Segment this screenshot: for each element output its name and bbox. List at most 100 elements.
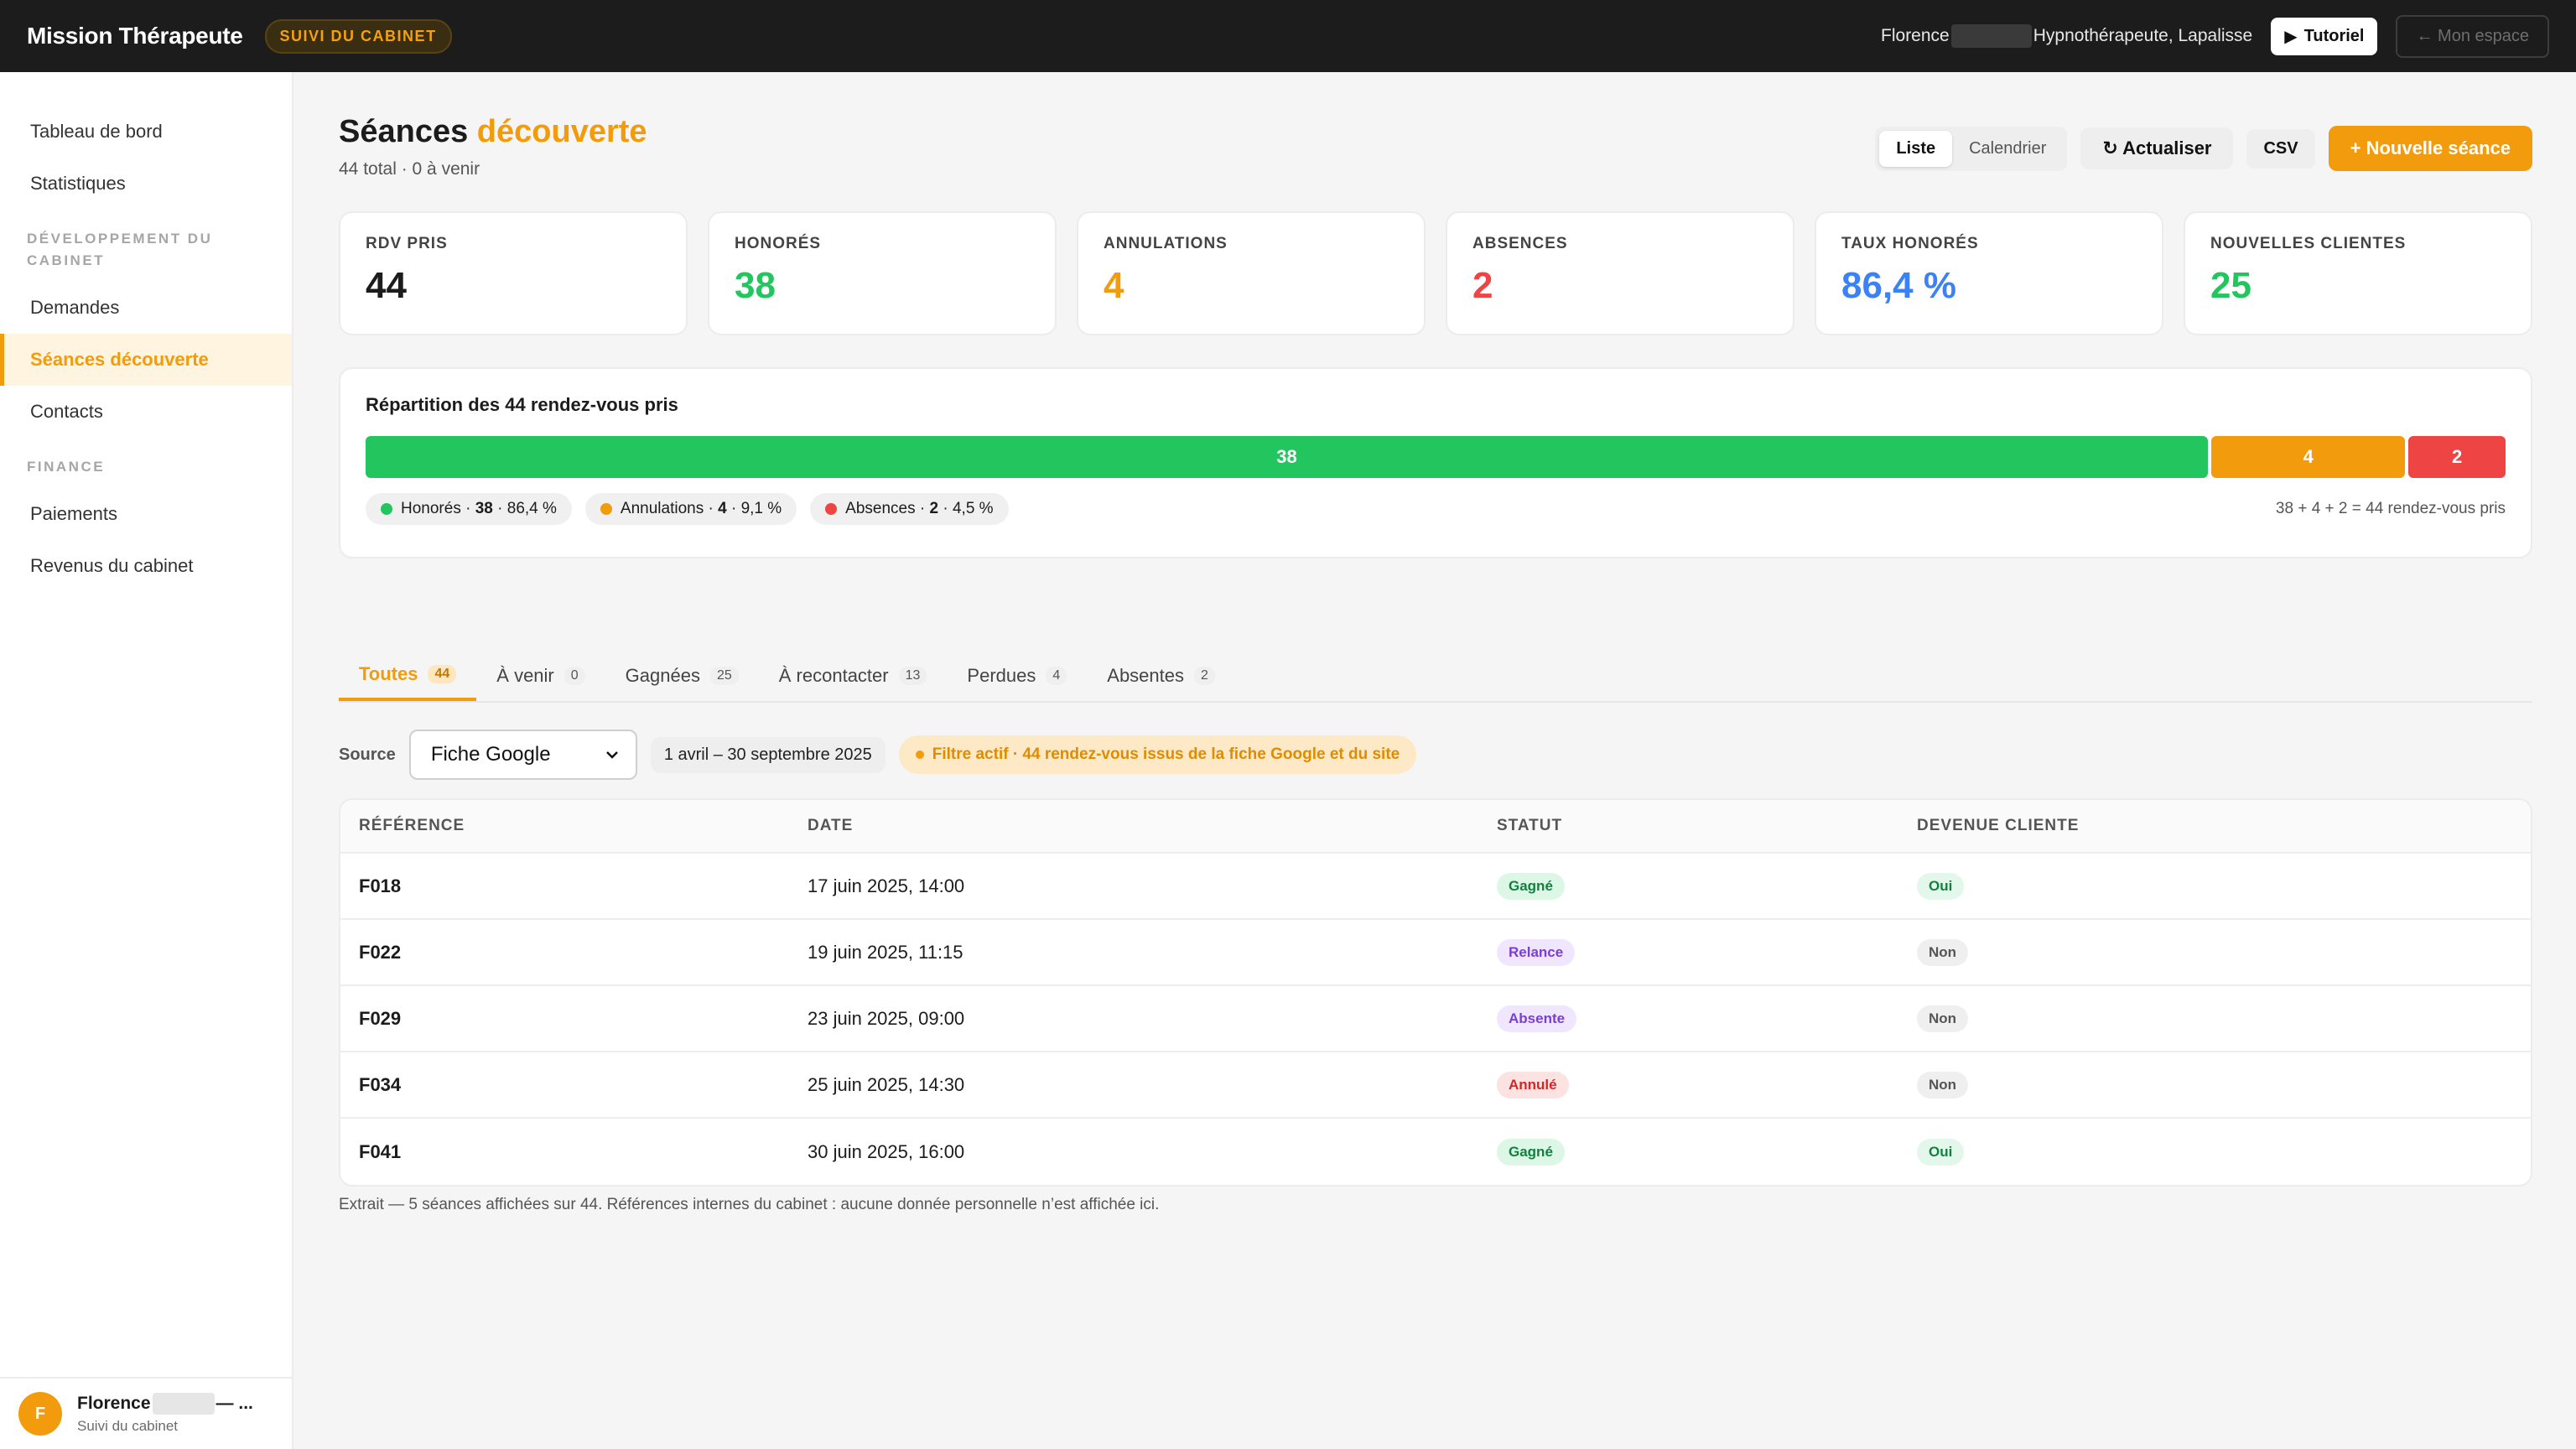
kpi-value: 38 bbox=[735, 265, 776, 306]
refresh-button[interactable]: ↻ Actualiser bbox=[2080, 127, 2234, 169]
row-client-cell: Oui bbox=[1915, 1138, 2531, 1166]
distribution-card: Répartition des 44 rendez-vous pris 38 4 2… bbox=[339, 367, 2532, 558]
column-header-reference[interactable]: RÉFÉRENCE bbox=[340, 817, 806, 835]
user-role: Hypnothérapeute, Lapalisse bbox=[2033, 26, 2253, 45]
column-header-status[interactable]: STATUT bbox=[1495, 817, 1915, 835]
column-header-date[interactable]: DATE bbox=[806, 817, 1495, 835]
legend-percent: 86,4 % bbox=[506, 500, 557, 517]
table-row[interactable]: F022 19 juin 2025, 11:15 Relance Non bbox=[340, 920, 2531, 986]
dot-icon bbox=[915, 750, 924, 759]
user-first-name: Florence bbox=[1881, 26, 1950, 45]
distribution-segment: 38 bbox=[366, 436, 2209, 478]
tab-count: 25 bbox=[709, 667, 739, 685]
table-row[interactable]: F018 17 juin 2025, 14:00 Gagné Oui bbox=[340, 854, 2531, 920]
kpi-card: ABSENCES 2 bbox=[1446, 211, 1794, 335]
tab-label: Perdues bbox=[967, 665, 1036, 686]
profile-name: Florence — ... bbox=[77, 1393, 253, 1415]
user-info: Florence Hypnothérapeute, Lapalisse bbox=[1881, 24, 2252, 48]
distribution-bar: 38 4 2 bbox=[366, 436, 2506, 478]
legend-name: Honorés bbox=[401, 500, 461, 517]
column-header-client[interactable]: DEVENUE CLIENTE bbox=[1915, 817, 2531, 835]
sidebar-item-statistics[interactable]: Statistiques bbox=[0, 158, 292, 210]
table-header: RÉFÉRENCE DATE STATUT DEVENUE CLIENTE bbox=[340, 800, 2531, 854]
table-row[interactable]: F041 30 juin 2025, 16:00 Gagné Oui bbox=[340, 1119, 2531, 1185]
row-reference: F029 bbox=[359, 1007, 402, 1029]
csv-export-button[interactable]: CSV bbox=[2246, 128, 2315, 169]
sidebar-item-payments[interactable]: Paiements bbox=[0, 488, 292, 540]
legend-name: Annulations bbox=[620, 500, 704, 517]
page-title-main: Séances bbox=[339, 114, 469, 149]
row-client-cell: Non bbox=[1915, 938, 2531, 966]
sidebar-item-dashboard[interactable]: Tableau de bord bbox=[0, 106, 292, 158]
tab-0[interactable]: Toutes 44 bbox=[339, 651, 477, 701]
sidebar-item-discovery-sessions[interactable]: Séances découverte bbox=[0, 334, 292, 386]
legend-text: Absences · 2 · 4,5 % bbox=[845, 500, 994, 517]
status-badge: Absente bbox=[1497, 1005, 1577, 1032]
brand-logo[interactable]: Mission Thérapeute bbox=[27, 23, 243, 49]
sidebar-item-requests[interactable]: Demandes bbox=[0, 282, 292, 334]
tab-4[interactable]: Perdues 4 bbox=[947, 651, 1087, 701]
source-label: Source bbox=[339, 745, 396, 764]
client-badge: Non bbox=[1917, 1005, 1969, 1032]
tab-3[interactable]: À recontacter 13 bbox=[759, 651, 948, 701]
section-badge: SUIVI DU CABINET bbox=[264, 18, 452, 54]
tab-count: 13 bbox=[898, 667, 927, 685]
tab-label: Toutes bbox=[359, 663, 418, 684]
row-status-cell: Gagné bbox=[1495, 1138, 1915, 1166]
tab-count: 0 bbox=[564, 667, 585, 685]
legend-percent: 9,1 % bbox=[740, 500, 782, 517]
date-range[interactable]: 1 avril – 30 septembre 2025 bbox=[650, 736, 886, 773]
redacted-name bbox=[1950, 24, 2032, 48]
row-status-cell: Relance bbox=[1495, 938, 1915, 966]
play-icon: ▶ bbox=[2284, 27, 2298, 46]
kpi-card: NOUVELLES CLIENTES 25 bbox=[2184, 211, 2532, 335]
sidebar: Tableau de bord Statistiques DÉVELOPPEME… bbox=[0, 72, 293, 1449]
sidebar-item-revenue[interactable]: Revenus du cabinet bbox=[0, 540, 292, 592]
tab-label: Absentes bbox=[1107, 665, 1184, 686]
distribution-title: Répartition des 44 rendez-vous pris bbox=[366, 394, 678, 415]
redacted-name bbox=[152, 1393, 215, 1415]
kpi-card: TAUX HONORÉS 86,4 % bbox=[1815, 211, 2163, 335]
tab-2[interactable]: Gagnées 25 bbox=[605, 651, 759, 701]
tab-count: 44 bbox=[428, 665, 457, 683]
legend-item: Absences · 2 · 4,5 % bbox=[810, 493, 1009, 525]
tab-count: 4 bbox=[1046, 667, 1067, 685]
view-switcher: Liste Calendrier bbox=[1875, 126, 2068, 171]
distribution-sum: 38 + 4 + 2 = 44 rendez-vous pris bbox=[2275, 500, 2506, 517]
tab-1[interactable]: À venir 0 bbox=[476, 651, 605, 701]
kpi-value: 2 bbox=[1472, 265, 1493, 306]
tab-label: Gagnées bbox=[625, 665, 700, 686]
dot-icon bbox=[381, 503, 392, 515]
legend-text: Annulations · 4 · 9,1 % bbox=[620, 500, 782, 517]
new-session-button[interactable]: + Nouvelle séance bbox=[2328, 126, 2532, 171]
legend-percent: 4,5 % bbox=[952, 500, 994, 517]
source-select[interactable]: Fiche Google bbox=[408, 730, 637, 780]
row-date: 19 juin 2025, 11:15 bbox=[808, 941, 963, 963]
user-profile[interactable]: F Florence — ... Suivi du cabinet bbox=[0, 1377, 293, 1449]
legend-count: 4 bbox=[718, 500, 727, 517]
table-row[interactable]: F034 25 juin 2025, 14:30 Annulé Non bbox=[340, 1052, 2531, 1119]
kpi-card: ANNULATIONS 4 bbox=[1077, 211, 1426, 335]
view-list-button[interactable]: Liste bbox=[1879, 130, 1953, 167]
top-bar: Mission Thérapeute SUIVI DU CABINET Flor… bbox=[0, 0, 2576, 72]
kpi-label: ANNULATIONS bbox=[1104, 235, 1228, 252]
kpi-value: 86,4 % bbox=[1841, 265, 1956, 306]
kpi-label: ABSENCES bbox=[1472, 235, 1568, 252]
filters-bar: Source Fiche Google 1 avril – 30 septemb… bbox=[339, 730, 1417, 780]
view-calendar-button[interactable]: Calendrier bbox=[1952, 131, 2063, 167]
table-footnote: Extrait — 5 séances affichées sur 44. Ré… bbox=[339, 1196, 1160, 1213]
tutorial-button[interactable]: ▶ Tutoriel bbox=[2271, 17, 2378, 55]
table-row[interactable]: F029 23 juin 2025, 09:00 Absente Non bbox=[340, 986, 2531, 1052]
profile-subtitle: Suivi du cabinet bbox=[77, 1418, 179, 1434]
sessions-table: RÉFÉRENCE DATE STATUT DEVENUE CLIENTE F0… bbox=[339, 798, 2532, 1187]
row-client-cell: Oui bbox=[1915, 872, 2531, 900]
tab-5[interactable]: Absentes 2 bbox=[1087, 651, 1235, 701]
my-space-button[interactable]: ← Mon espace bbox=[2396, 14, 2549, 58]
legend-count: 2 bbox=[929, 500, 939, 517]
sidebar-item-contacts[interactable]: Contacts bbox=[0, 386, 292, 438]
kpi-value: 25 bbox=[2210, 265, 2251, 306]
client-badge: Oui bbox=[1917, 1138, 1965, 1166]
kpi-cards: RDV PRIS 44 HONORÉS 38 ANNULATIONS 4 ABSENCES 2… bbox=[339, 211, 2532, 335]
distribution-legend: Honorés · 38 · 86,4 % Annulations · 4 · 9… bbox=[366, 493, 2506, 525]
page-title: Séances découverte bbox=[339, 114, 647, 150]
